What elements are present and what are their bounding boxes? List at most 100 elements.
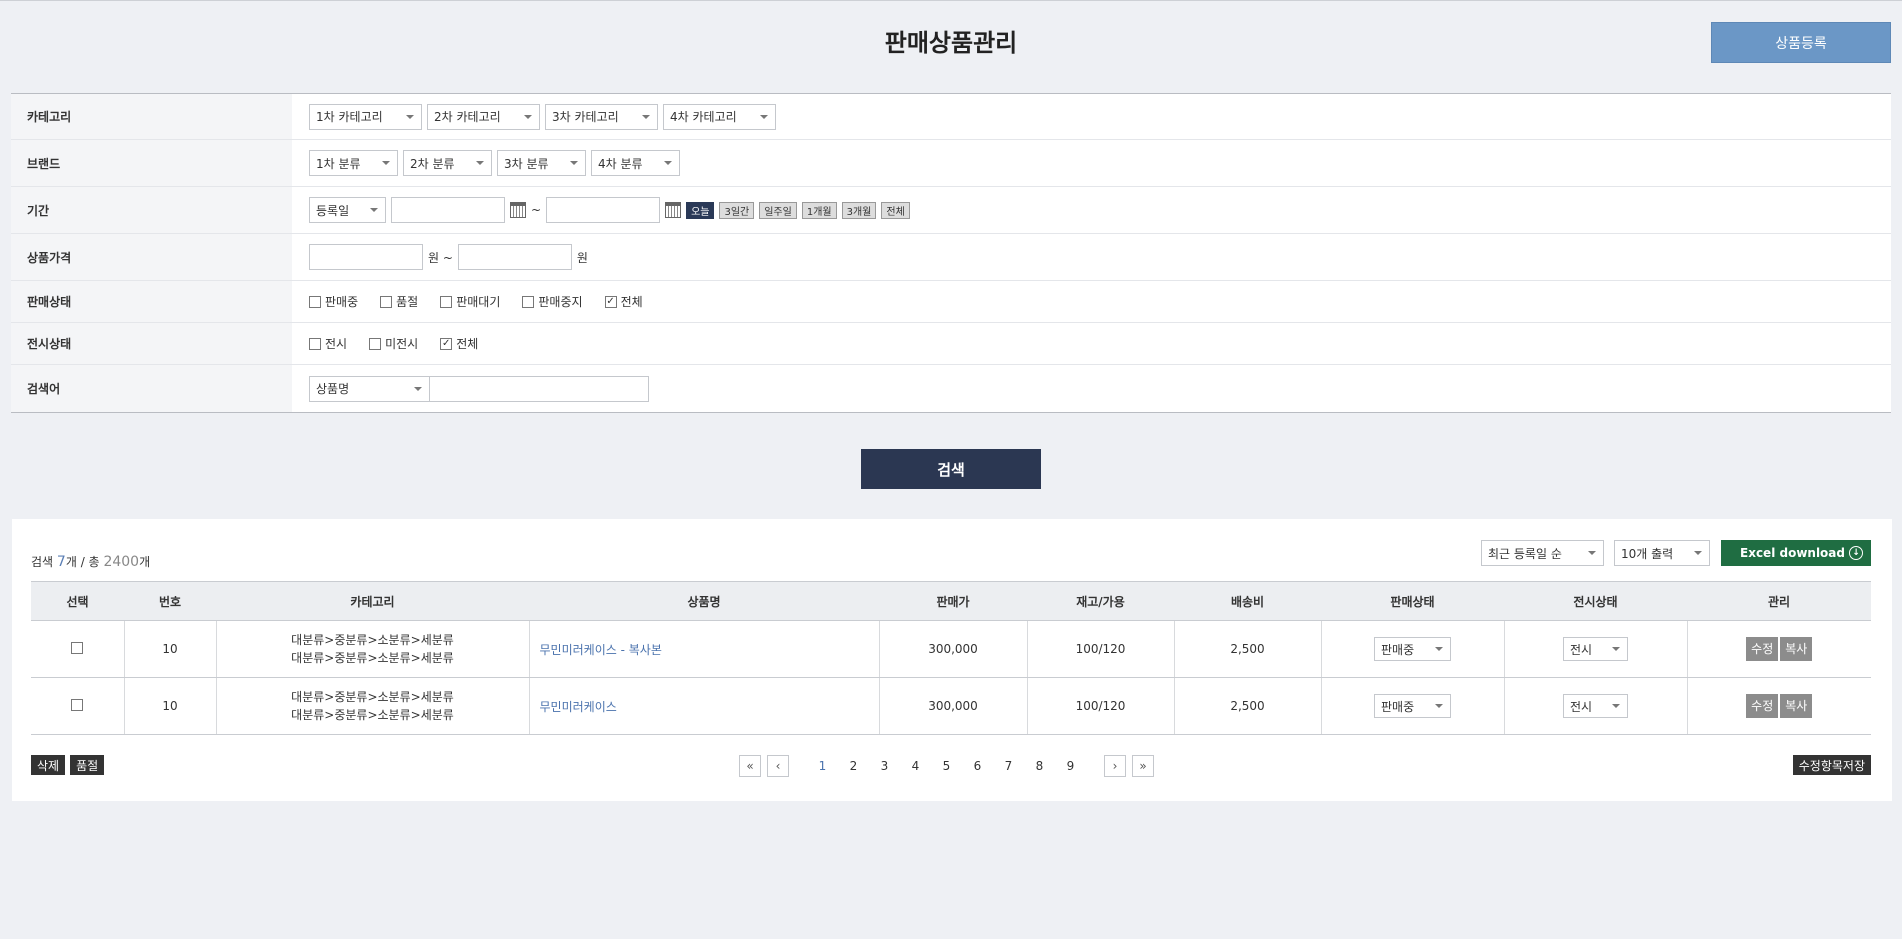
quick-period-week[interactable]: 일주일 <box>759 201 797 219</box>
page-3[interactable]: 3 <box>869 759 900 773</box>
page-6[interactable]: 6 <box>962 759 993 773</box>
quick-period-3days[interactable]: 3일간 <box>719 201 755 219</box>
chevron-down-icon <box>1612 704 1620 708</box>
page-2[interactable]: 2 <box>838 759 869 773</box>
category-select-4[interactable]: 4차 카테고리 <box>663 103 776 130</box>
search-filter: 카테고리 1차 카테고리 2차 카테고리 3차 카테고리 4차 카테고리 브랜드… <box>11 93 1891 413</box>
row-price: 300,000 <box>879 677 1028 735</box>
period-type-select[interactable]: 등록일 <box>309 197 386 223</box>
soldout-button[interactable]: 품절 <box>70 755 105 775</box>
row-manage-cell: 수정 복사 <box>1687 620 1871 678</box>
sale-status-all[interactable]: ✓ 전체 <box>604 293 643 310</box>
col-stock: 재고/가용 <box>1027 581 1174 621</box>
brand-select-4[interactable]: 4차 분류 <box>591 150 680 176</box>
calendar-icon[interactable] <box>665 202 682 218</box>
end-date-input[interactable] <box>546 197 661 223</box>
last-page-icon[interactable]: » <box>1132 755 1154 777</box>
first-page-icon[interactable]: « <box>739 755 761 777</box>
edit-button[interactable]: 수정 <box>1746 694 1779 718</box>
keyword-type-select[interactable]: 상품명 <box>309 375 429 402</box>
page-size-select[interactable]: 10개 출력 <box>1614 540 1710 566</box>
next-page-icon[interactable]: › <box>1104 755 1126 777</box>
checkbox[interactable] <box>369 337 382 350</box>
brand-select-2[interactable]: 2차 분류 <box>403 150 492 176</box>
checkbox[interactable] <box>309 337 321 350</box>
edit-button[interactable]: 수정 <box>1746 637 1779 661</box>
filter-row-display-status: 전시상태 전시 미전시 ✓ 전체 <box>11 323 1891 365</box>
brand-select-3[interactable]: 3차 분류 <box>497 150 586 176</box>
checkbox[interactable] <box>440 295 453 308</box>
copy-button[interactable]: 복사 <box>1780 694 1813 718</box>
chevron-down-icon <box>664 161 672 165</box>
checkbox[interactable] <box>309 295 321 308</box>
quick-period-1month[interactable]: 1개월 <box>801 201 837 219</box>
row-sale-status-select[interactable]: 판매중 <box>1374 694 1451 718</box>
page-1[interactable]: 1 <box>807 759 838 773</box>
search-button[interactable]: 검색 <box>861 449 1041 489</box>
checkbox[interactable] <box>380 295 393 308</box>
category-select-2[interactable]: 2차 카테고리 <box>427 103 540 130</box>
filter-row-brand: 브랜드 1차 분류 2차 분류 3차 분류 4차 분류 <box>11 140 1891 187</box>
prev-page-icon[interactable]: ‹ <box>767 755 789 777</box>
display-status-hidden[interactable]: 미전시 <box>369 335 418 352</box>
result-summary: 검색 7개 / 총 2400개 <box>31 554 151 570</box>
row-shipping: 2,500 <box>1174 620 1322 678</box>
row-sale-status-select[interactable]: 판매중 <box>1374 637 1451 661</box>
row-manage-cell: 수정 복사 <box>1687 677 1871 735</box>
filter-row-price: 상품가격 원 ~ 원 <box>11 234 1891 281</box>
checkbox[interactable] <box>522 295 535 308</box>
page-9[interactable]: 9 <box>1055 759 1086 773</box>
quick-period-today[interactable]: 오늘 <box>686 201 715 219</box>
table-row: 10 대분류>중분류>소분류>세분류 대분류>중분류>소분류>세분류 무민미러케이… <box>31 620 1871 678</box>
max-price-input[interactable] <box>457 244 572 270</box>
page-4[interactable]: 4 <box>900 759 931 773</box>
row-number: 10 <box>124 620 217 678</box>
keyword-input[interactable] <box>429 375 649 402</box>
copy-button[interactable]: 복사 <box>1780 637 1813 661</box>
page-7[interactable]: 7 <box>993 759 1024 773</box>
register-product-button[interactable]: 상품등록 <box>1711 22 1891 63</box>
sale-status-soldout[interactable]: 품절 <box>380 293 418 310</box>
chevron-down-icon <box>1694 551 1702 555</box>
keyword-label: 검색어 <box>11 365 292 412</box>
row-display-status-select[interactable]: 전시 <box>1563 637 1628 661</box>
sale-status-stopped[interactable]: 판매중지 <box>522 293 583 310</box>
period-label: 기간 <box>11 187 292 233</box>
row-checkbox[interactable] <box>71 698 84 711</box>
row-checkbox[interactable] <box>71 641 84 654</box>
row-display-status-select[interactable]: 전시 <box>1563 694 1628 718</box>
col-category: 카테고리 <box>216 581 529 621</box>
display-status-shown[interactable]: 전시 <box>309 335 347 352</box>
save-changes-button[interactable]: 수정항목저장 <box>1792 755 1871 775</box>
calendar-icon[interactable] <box>510 202 526 218</box>
col-sale-status: 판매상태 <box>1321 581 1504 621</box>
category-select-1[interactable]: 1차 카테고리 <box>309 103 422 130</box>
page-5[interactable]: 5 <box>931 759 962 773</box>
min-price-input[interactable] <box>309 244 423 270</box>
col-display-status: 전시상태 <box>1504 581 1687 621</box>
row-sale-status-cell: 판매중 <box>1321 620 1505 678</box>
row-price: 300,000 <box>879 620 1028 678</box>
quick-period-all[interactable]: 전체 <box>881 201 910 219</box>
download-icon: ↓ <box>1849 546 1863 560</box>
sale-status-label: 판매상태 <box>11 281 292 322</box>
sort-select[interactable]: 최근 등록일 순 <box>1481 540 1604 566</box>
checkbox-checked-icon[interactable]: ✓ <box>440 337 453 350</box>
sale-status-waiting[interactable]: 판매대기 <box>440 293 500 310</box>
brand-select-1[interactable]: 1차 분류 <box>309 150 398 176</box>
chevron-down-icon <box>406 114 414 119</box>
sale-status-selling[interactable]: 판매중 <box>309 293 358 310</box>
page-8[interactable]: 8 <box>1024 759 1055 773</box>
product-name-link[interactable]: 무민미러케이스 <box>529 677 880 735</box>
quick-period-3months[interactable]: 3개월 <box>841 201 877 219</box>
filter-row-sale-status: 판매상태 판매중 품절 판매대기 판매중지 ✓ 전체 <box>11 281 1891 323</box>
category-select-3[interactable]: 3차 카테고리 <box>545 103 658 130</box>
chevron-down-icon <box>642 114 650 119</box>
display-status-all[interactable]: ✓ 전체 <box>440 335 478 352</box>
excel-download-button[interactable]: Excel download ↓ <box>1721 540 1871 566</box>
delete-button[interactable]: 삭제 <box>31 755 66 775</box>
start-date-input[interactable] <box>391 197 505 223</box>
row-stock: 100/120 <box>1027 677 1175 735</box>
product-name-link[interactable]: 무민미러케이스 - 복사본 <box>529 620 880 678</box>
checkbox-checked-icon[interactable]: ✓ <box>604 295 617 308</box>
